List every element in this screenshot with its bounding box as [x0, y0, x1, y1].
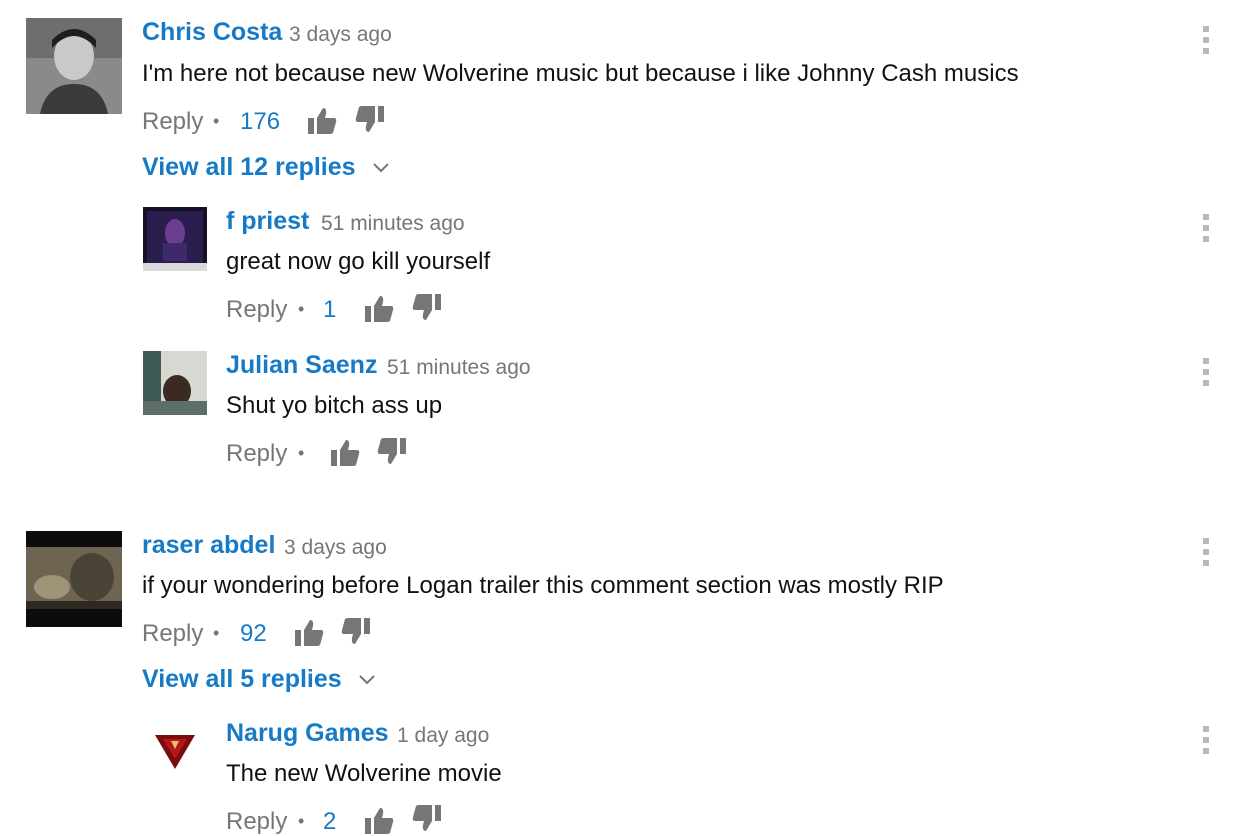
separator-dot: • [213, 111, 220, 131]
thumbs-up-icon[interactable] [364, 806, 394, 836]
separator-dot: • [298, 299, 305, 319]
avatar[interactable] [26, 531, 122, 627]
comment-author[interactable]: raser abdel [142, 531, 275, 560]
reply-button[interactable]: Reply [226, 808, 287, 836]
thumbs-down-icon[interactable] [412, 292, 442, 322]
reply-author[interactable]: f priest [226, 207, 309, 236]
thumbs-down-icon[interactable] [341, 616, 371, 646]
like-count: 1 [323, 296, 337, 323]
thumbs-up-icon[interactable] [330, 438, 360, 468]
separator-dot: • [213, 623, 220, 643]
like-count: 2 [323, 808, 337, 835]
comment-text: I'm here not because new Wolverine music… [142, 60, 1019, 87]
more-vertical-icon[interactable] [1199, 26, 1213, 54]
comment-author[interactable]: Chris Costa [142, 18, 282, 47]
thumbs-up-icon[interactable] [364, 294, 394, 324]
reply-button[interactable]: Reply [226, 296, 287, 324]
thumbs-up-icon[interactable] [307, 106, 337, 136]
thumbs-up-icon[interactable] [294, 618, 324, 648]
reply-text: The new Wolverine movie [226, 760, 502, 787]
thumbs-down-icon[interactable] [355, 104, 385, 134]
reply-text: Shut yo bitch ass up [226, 392, 443, 419]
separator-dot: • [298, 443, 305, 463]
reply-author[interactable]: Narug Games [226, 719, 389, 748]
separator-dot: • [298, 811, 305, 831]
reply-text: great now go kill yourself [226, 248, 491, 275]
reply-author[interactable]: Julian Saenz [226, 351, 377, 380]
more-vertical-icon[interactable] [1199, 726, 1213, 754]
avatar[interactable] [26, 18, 122, 114]
view-replies-link[interactable]: View all 12 replies [142, 153, 389, 182]
like-count: 92 [240, 620, 267, 647]
comment-timestamp[interactable]: 3 days ago [289, 23, 392, 47]
avatar[interactable] [143, 719, 207, 783]
reply-timestamp[interactable]: 51 minutes ago [387, 356, 531, 380]
comment-text: if your wondering before Logan trailer t… [142, 572, 944, 599]
reply-button[interactable]: Reply [142, 108, 203, 136]
view-replies-label: View all 12 replies [142, 153, 356, 181]
reply-timestamp[interactable]: 51 minutes ago [321, 212, 465, 236]
view-replies-label: View all 5 replies [142, 665, 342, 693]
comment-timestamp[interactable]: 3 days ago [284, 536, 387, 560]
more-vertical-icon[interactable] [1199, 214, 1213, 242]
reply-timestamp[interactable]: 1 day ago [397, 724, 489, 748]
reply-button[interactable]: Reply [142, 620, 203, 648]
more-vertical-icon[interactable] [1199, 538, 1213, 566]
like-count: 176 [240, 108, 281, 135]
thumbs-down-icon[interactable] [377, 436, 407, 466]
chevron-down-icon [358, 675, 375, 685]
chevron-down-icon [372, 163, 389, 173]
avatar[interactable] [143, 207, 207, 271]
reply-button[interactable]: Reply [226, 440, 287, 468]
avatar[interactable] [143, 351, 207, 415]
thumbs-down-icon[interactable] [412, 803, 442, 833]
view-replies-link[interactable]: View all 5 replies [142, 665, 375, 694]
more-vertical-icon[interactable] [1199, 358, 1213, 386]
